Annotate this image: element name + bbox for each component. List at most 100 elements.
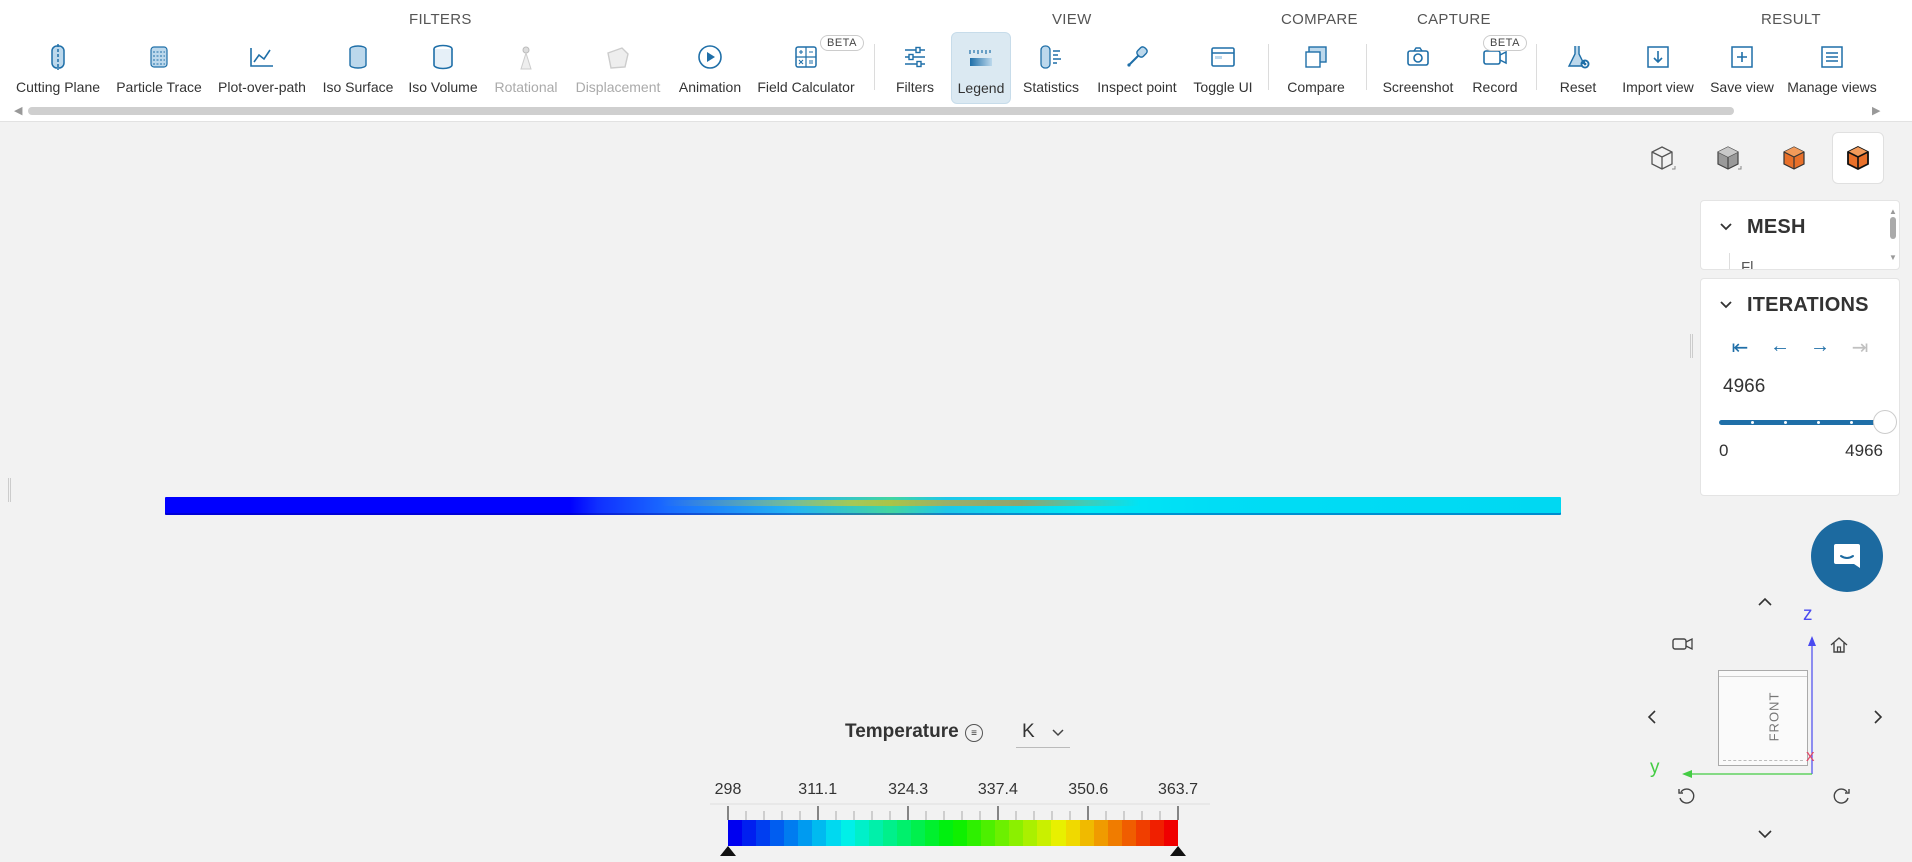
reset-button[interactable]: Reset [1548,32,1608,104]
mesh-panel-header[interactable]: MESH [1701,201,1899,253]
save-view-button[interactable]: Save view [1708,32,1776,104]
first-iteration-icon[interactable]: ⇤ [1729,335,1751,360]
mesh-tree-item[interactable]: Fl... [1741,259,1766,269]
screenshot-button[interactable]: Screenshot [1378,32,1458,104]
compare-label: Compare [1287,79,1345,95]
pan-left-icon[interactable] [1646,709,1658,730]
colorbar-segment [728,820,743,846]
legend-button[interactable]: Legend [951,32,1011,104]
colorbar-segment [742,820,757,846]
iteration-input[interactable]: 4966 [1723,376,1899,398]
surface-outline-view-button[interactable] [1832,132,1884,184]
legend-max-handle[interactable] [1170,846,1186,856]
group-title-compare: COMPARE [1281,11,1358,28]
legend-tick-label: 311.1 [798,781,838,798]
colorbar-segment [910,820,925,846]
iso-surface-button[interactable]: Iso Surface [320,32,396,104]
group-title-capture: CAPTURE [1417,11,1491,28]
animation-button[interactable]: Animation [674,32,746,104]
previous-iteration-icon[interactable]: ← [1769,335,1791,360]
cutting-plane-label: Cutting Plane [15,79,101,95]
slider-thumb[interactable] [1873,410,1897,434]
chat-button[interactable] [1811,520,1883,592]
model-hot-region [660,500,1140,506]
particle-trace-label: Particle Trace [116,79,202,95]
home-view-icon[interactable] [1829,635,1849,660]
import-view-button[interactable]: Import view [1616,32,1700,104]
mesh-panel-scrollbar[interactable]: ▲ ▼ [1889,207,1897,263]
surface-cube-icon [1717,146,1742,170]
y-axis-arrow [1682,770,1692,778]
last-iteration-icon[interactable]: ⇥ [1849,335,1871,360]
toggle-ui-label: Toggle UI [1193,79,1253,95]
manage-views-label: Manage views [1787,79,1877,95]
iterations-panel-header[interactable]: ITERATIONS [1701,279,1899,331]
cutting-plane-button[interactable]: Cutting Plane [12,32,104,104]
colorbar-segment [1079,820,1094,846]
chevron-down-icon [1719,219,1733,235]
colorbar-segment [995,820,1010,846]
scroll-right-icon[interactable]: ▶ [1872,104,1880,117]
inspect-point-button[interactable]: Inspect point [1092,32,1182,104]
filters-button[interactable]: Filters [886,32,944,104]
pan-right-icon[interactable] [1872,709,1884,730]
surface-view-button[interactable] [1702,132,1754,184]
group-title-view: VIEW [1052,11,1092,28]
pan-down-icon[interactable] [1757,824,1773,845]
toolbar-separator [1366,44,1367,90]
slider-step-dot [1850,421,1853,424]
toolbar-scrollbar[interactable] [28,107,1734,115]
legend-tick-labels: 298 311.1 324.3 337.4 350.6 363.7 [0,781,1912,801]
plot-over-path-button[interactable]: Plot-over-path [214,32,310,104]
colorbar-segment [1051,820,1066,846]
rotational-icon [511,42,541,72]
wireframe-view-button[interactable] [1636,132,1688,184]
right-panel-handle[interactable] [1690,334,1693,358]
mesh-panel: MESH Fl... ▲ ▼ [1700,200,1900,270]
manage-views-button[interactable]: Manage views [1784,32,1880,104]
rotational-label: Rotational [494,79,558,95]
statistics-icon [1036,42,1066,72]
colorbar-segment [1163,820,1178,846]
legend-menu-icon[interactable]: ≡ [965,724,983,742]
axis-triad [1682,636,1816,778]
scroll-left-icon[interactable]: ◀ [14,104,22,117]
toolbar-separator [1536,44,1537,90]
iso-volume-button[interactable]: Iso Volume [406,32,480,104]
slider-step-dot [1751,421,1754,424]
toggle-ui-button[interactable]: Toggle UI [1188,32,1258,104]
iso-surface-label: Iso Surface [322,79,394,95]
legend-tick-label: 298 [714,781,742,798]
iso-surface-icon [343,42,373,72]
import-view-label: Import view [1622,79,1694,95]
unit-select[interactable]: K [1016,716,1070,748]
toolbar-separator [1268,44,1269,90]
field-calculator-label: Field Calculator [757,79,855,95]
3d-viewport[interactable] [0,123,1912,862]
left-panel-handle[interactable] [8,478,11,502]
chevron-down-icon [1719,297,1733,313]
surface-edges-view-button[interactable] [1768,132,1820,184]
eyedropper-icon [1122,42,1152,72]
rotational-button[interactable]: Rotational [490,32,562,104]
compare-icon [1301,42,1331,72]
legend-min-handle[interactable] [720,846,736,856]
iterations-panel-title: ITERATIONS [1747,293,1869,316]
displacement-button[interactable]: Displacement [572,32,664,104]
wireframe-cube-icon [1651,146,1676,170]
particle-trace-button[interactable]: Particle Trace [114,32,204,104]
colorbar-segment [967,820,982,846]
colorbar-segment [882,820,897,846]
z-axis-arrow [1808,636,1816,646]
compare-button[interactable]: Compare [1280,32,1352,104]
line-chart-icon [247,42,277,72]
chevron-down-icon [1052,721,1064,743]
colorbar-segment [840,820,855,846]
colorbar-segment [924,820,939,846]
legend-title: Temperature [845,721,959,742]
statistics-button[interactable]: Statistics [1016,32,1086,104]
iteration-slider[interactable] [1719,410,1897,434]
colorbar-segment [812,820,827,846]
record-beta-badge: BETA [1483,35,1527,51]
next-iteration-icon[interactable]: → [1809,335,1831,360]
